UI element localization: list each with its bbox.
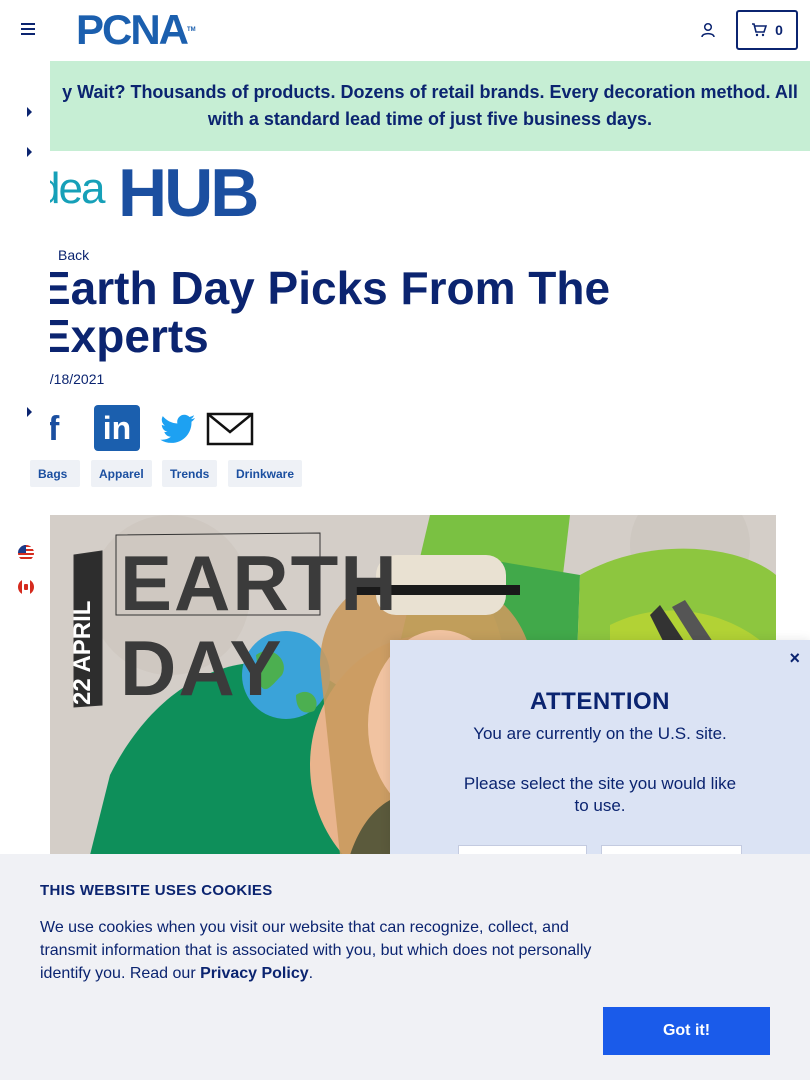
article-title-wrap: Earth Day Picks From The Experts xyxy=(50,264,790,366)
cookie-title: THIS WEBSITE USES COOKIES xyxy=(40,882,273,899)
cookie-text: We use cookies when you visit our websit… xyxy=(40,919,592,982)
cart-button[interactable]: 0 xyxy=(736,10,798,50)
site-header: PCNATM 0 xyxy=(0,0,810,61)
us-flag-icon[interactable] xyxy=(18,545,34,561)
banner-line-2: with a standard lead time of just five b… xyxy=(207,109,653,129)
hero-date-text: 22 APRIL xyxy=(69,601,96,705)
hero-earth-text: EARTH xyxy=(120,539,399,627)
hamburger-menu-icon[interactable] xyxy=(21,23,35,36)
back-link[interactable]: Back xyxy=(58,247,89,263)
expand-caret-icon[interactable] xyxy=(27,107,32,117)
expand-caret-icon[interactable] xyxy=(27,407,32,417)
expand-caret-icon[interactable] xyxy=(27,147,32,157)
twitter-share-icon[interactable] xyxy=(154,405,202,453)
tag-chip[interactable]: Apparel xyxy=(91,460,152,487)
canada-flag-icon[interactable] xyxy=(18,579,34,595)
pcna-logo[interactable]: PCNATM xyxy=(76,9,196,51)
email-share-icon[interactable] xyxy=(206,405,254,453)
cookie-banner: THIS WEBSITE USES COOKIES We use cookies… xyxy=(0,854,810,1080)
privacy-policy-link[interactable]: Privacy Policy xyxy=(200,965,309,982)
tag-chip[interactable]: Bags xyxy=(30,460,80,487)
modal-message: You are currently on the U.S. site. xyxy=(473,724,727,743)
cart-count: 0 xyxy=(775,22,783,38)
modal-prompt: Please select the site you would like to… xyxy=(463,774,737,815)
cart-icon xyxy=(752,23,768,37)
article-date-wrap: 4/18/2021 xyxy=(50,371,150,389)
banner-line-1: y Wait? Thousands of products. Dozens of… xyxy=(62,82,798,102)
modal-title: ATTENTION xyxy=(529,688,671,715)
tag-chip[interactable]: Drinkware xyxy=(228,460,303,487)
site-select-modal: × ATTENTION You are currently on the U.S… xyxy=(390,640,810,865)
article-date: 4/18/2021 xyxy=(50,371,105,387)
page: PCNATM 0 y Wait? Thousands of products. … xyxy=(0,0,810,1080)
tag-chip[interactable]: Trends xyxy=(162,460,218,487)
hero-day-text: DAY xyxy=(120,624,284,712)
ideahub-logo[interactable]: dea HUB xyxy=(50,156,310,220)
tag-list: Bags Apparel Trends Drinkware xyxy=(30,460,350,488)
user-account-icon[interactable] xyxy=(700,22,716,38)
facebook-share-icon[interactable]: f xyxy=(50,405,72,453)
linkedin-share-icon[interactable]: in xyxy=(94,405,140,451)
article-title: Earth Day Picks From The Experts xyxy=(50,264,611,362)
accept-cookies-button[interactable]: Got it! xyxy=(603,1007,770,1055)
close-icon[interactable]: × xyxy=(789,648,800,669)
promo-banner: y Wait? Thousands of products. Dozens of… xyxy=(50,61,810,151)
